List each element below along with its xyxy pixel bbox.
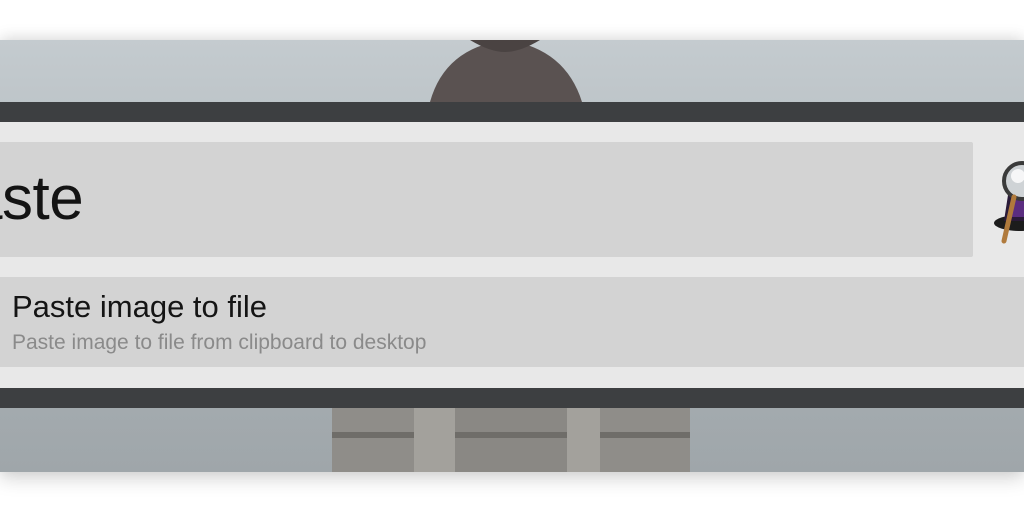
launcher-panel: aste Paste image to file Paste image to … [0,122,1024,388]
result-item[interactable]: Paste image to file Paste image to file … [0,277,1024,367]
screen: aste Paste image to file Paste image to … [0,0,1024,512]
result-subtitle: Paste image to file from clipboard to de… [12,331,427,354]
search-input[interactable]: aste [0,142,973,257]
alfred-hat-magnifier-icon[interactable] [990,155,1024,245]
launcher-window: aste Paste image to file Paste image to … [0,102,1024,408]
result-title: Paste image to file [12,289,268,324]
search-query-text: aste [0,164,84,233]
